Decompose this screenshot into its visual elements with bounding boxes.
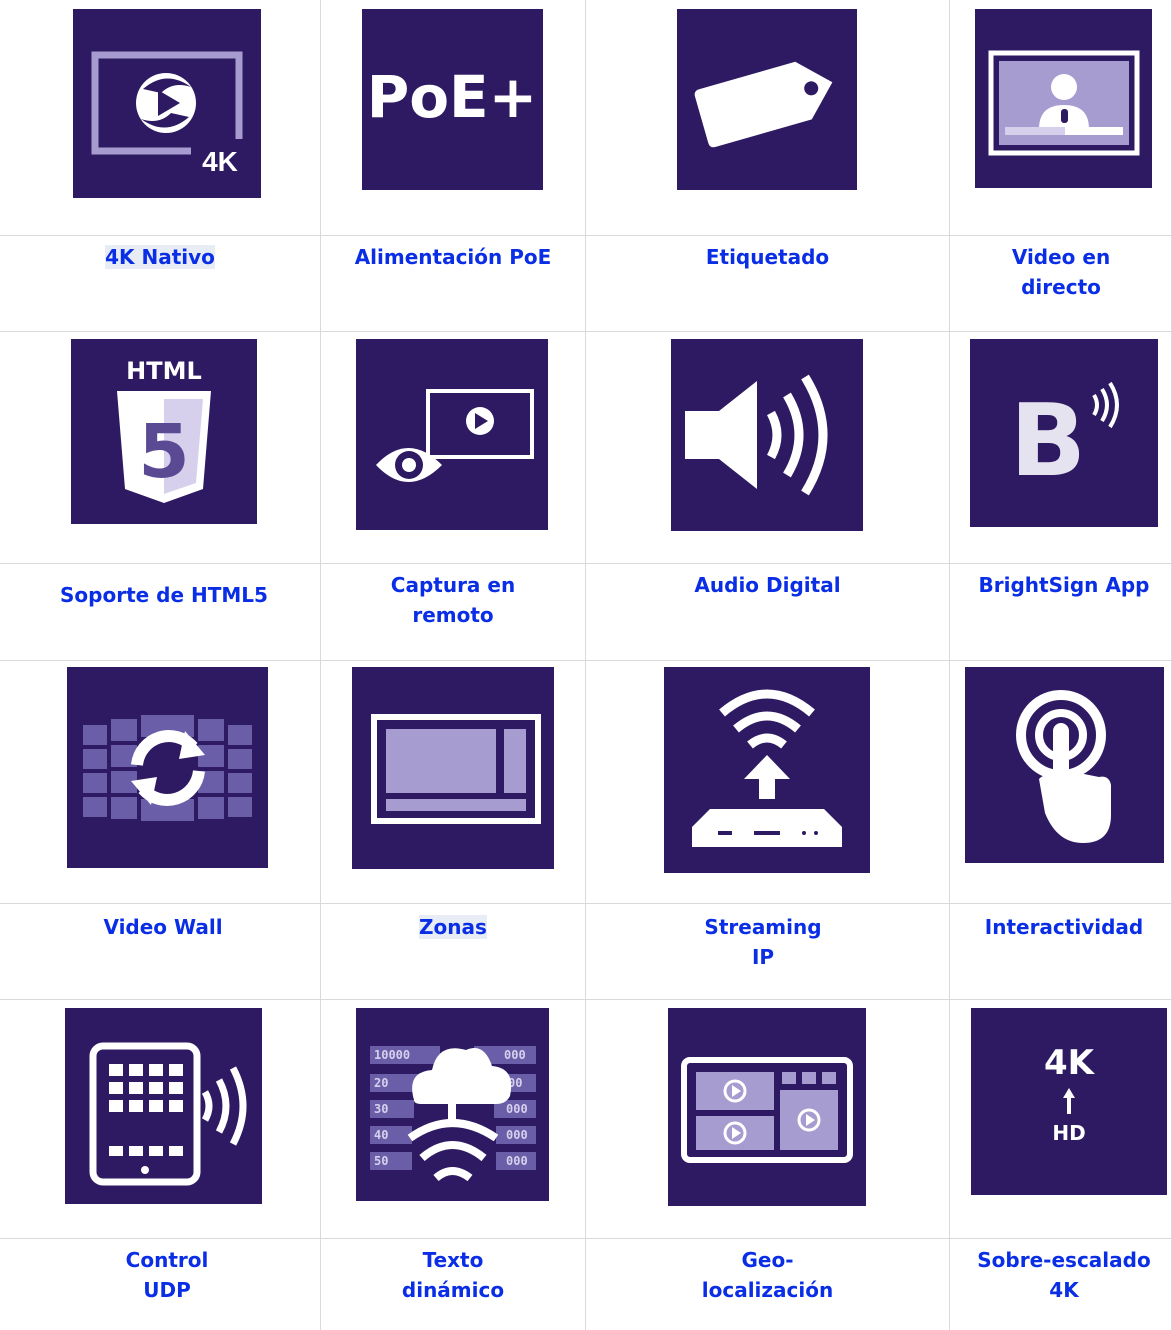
grid-divider (0, 903, 1172, 904)
udp-control-icon (65, 1008, 262, 1204)
feature-label-interactividad[interactable]: Interactividad (950, 912, 1172, 942)
svg-text:5: 5 (138, 409, 190, 495)
svg-text:B: B (1010, 382, 1086, 499)
feature-label-video-en-directo[interactable]: Video en directo (950, 242, 1172, 302)
svg-text:10000: 10000 (374, 1048, 410, 1062)
grid-divider (0, 331, 1172, 332)
geolocation-icon (668, 1008, 866, 1206)
feature-label-soporte-html5[interactable]: Soporte de HTML5 (0, 580, 328, 610)
svg-text:000: 000 (506, 1154, 528, 1168)
feature-label-audio-digital[interactable]: Audio Digital (586, 570, 949, 600)
grid-divider (0, 999, 1172, 1000)
feature-label-alimentacion-poe[interactable]: Alimentación PoE (321, 242, 585, 272)
dynamic-text-icon: 10000 000 20 00 30 000 40 000 50 000 (356, 1008, 549, 1201)
svg-text:4K: 4K (202, 146, 238, 177)
svg-text:HTML: HTML (126, 357, 202, 385)
4k-player-icon: 4K (73, 9, 261, 198)
html5-icon: HTML 5 (71, 339, 257, 524)
speaker-icon (671, 339, 863, 531)
grid-divider (0, 563, 1172, 564)
feature-label-etiquetado[interactable]: Etiquetado (586, 242, 949, 272)
feature-label-video-wall[interactable]: Video Wall (0, 912, 326, 942)
grid-divider (0, 660, 1172, 661)
svg-text:50: 50 (374, 1154, 388, 1168)
svg-text:40: 40 (374, 1128, 388, 1142)
tag-icon (677, 9, 857, 190)
feature-label-streaming-ip[interactable]: Streaming IP (586, 912, 940, 972)
poe-plus-icon: PoE+ (362, 9, 543, 190)
brightsign-app-icon: B (970, 339, 1158, 527)
feature-label-geolocalizacion[interactable]: Geo- localización (586, 1245, 949, 1305)
ip-streaming-icon (664, 667, 870, 873)
feature-label-control-udp[interactable]: Control UDP (0, 1245, 334, 1305)
feature-label-captura-en-remoto[interactable]: Captura en remoto (321, 570, 585, 630)
svg-text:000: 000 (506, 1102, 528, 1116)
grid-divider (0, 235, 1172, 236)
video-wall-icon (67, 667, 268, 868)
svg-text:30: 30 (374, 1102, 388, 1116)
svg-text:HD: HD (1052, 1121, 1085, 1145)
feature-grid: 4K PoE+ HTML 5 B 10000 000 20 00 30 000 … (0, 0, 1172, 1330)
grid-divider (320, 0, 321, 1330)
live-video-icon (975, 9, 1152, 188)
grid-divider (0, 1238, 1172, 1239)
svg-text:4K: 4K (1044, 1043, 1096, 1083)
grid-divider (949, 0, 950, 1330)
feature-label-sobre-escalado-4k[interactable]: Sobre-escalado 4K (950, 1245, 1172, 1305)
zones-icon (352, 667, 554, 869)
svg-text:000: 000 (504, 1048, 526, 1062)
feature-label-brightsign-app[interactable]: BrightSign App (950, 570, 1172, 600)
svg-text:000: 000 (506, 1128, 528, 1142)
feature-label-4k-nativo[interactable]: 4K Nativo (0, 242, 320, 272)
upscaling-icon: 4K HD (971, 1008, 1167, 1195)
remote-capture-icon (356, 339, 548, 530)
svg-text:20: 20 (374, 1076, 388, 1090)
touch-icon (965, 667, 1164, 863)
feature-label-texto-dinamico[interactable]: Texto dinámico (321, 1245, 585, 1305)
svg-text:PoE+: PoE+ (367, 63, 538, 131)
grid-divider (585, 0, 586, 1330)
feature-label-zonas[interactable]: Zonas (321, 912, 585, 942)
